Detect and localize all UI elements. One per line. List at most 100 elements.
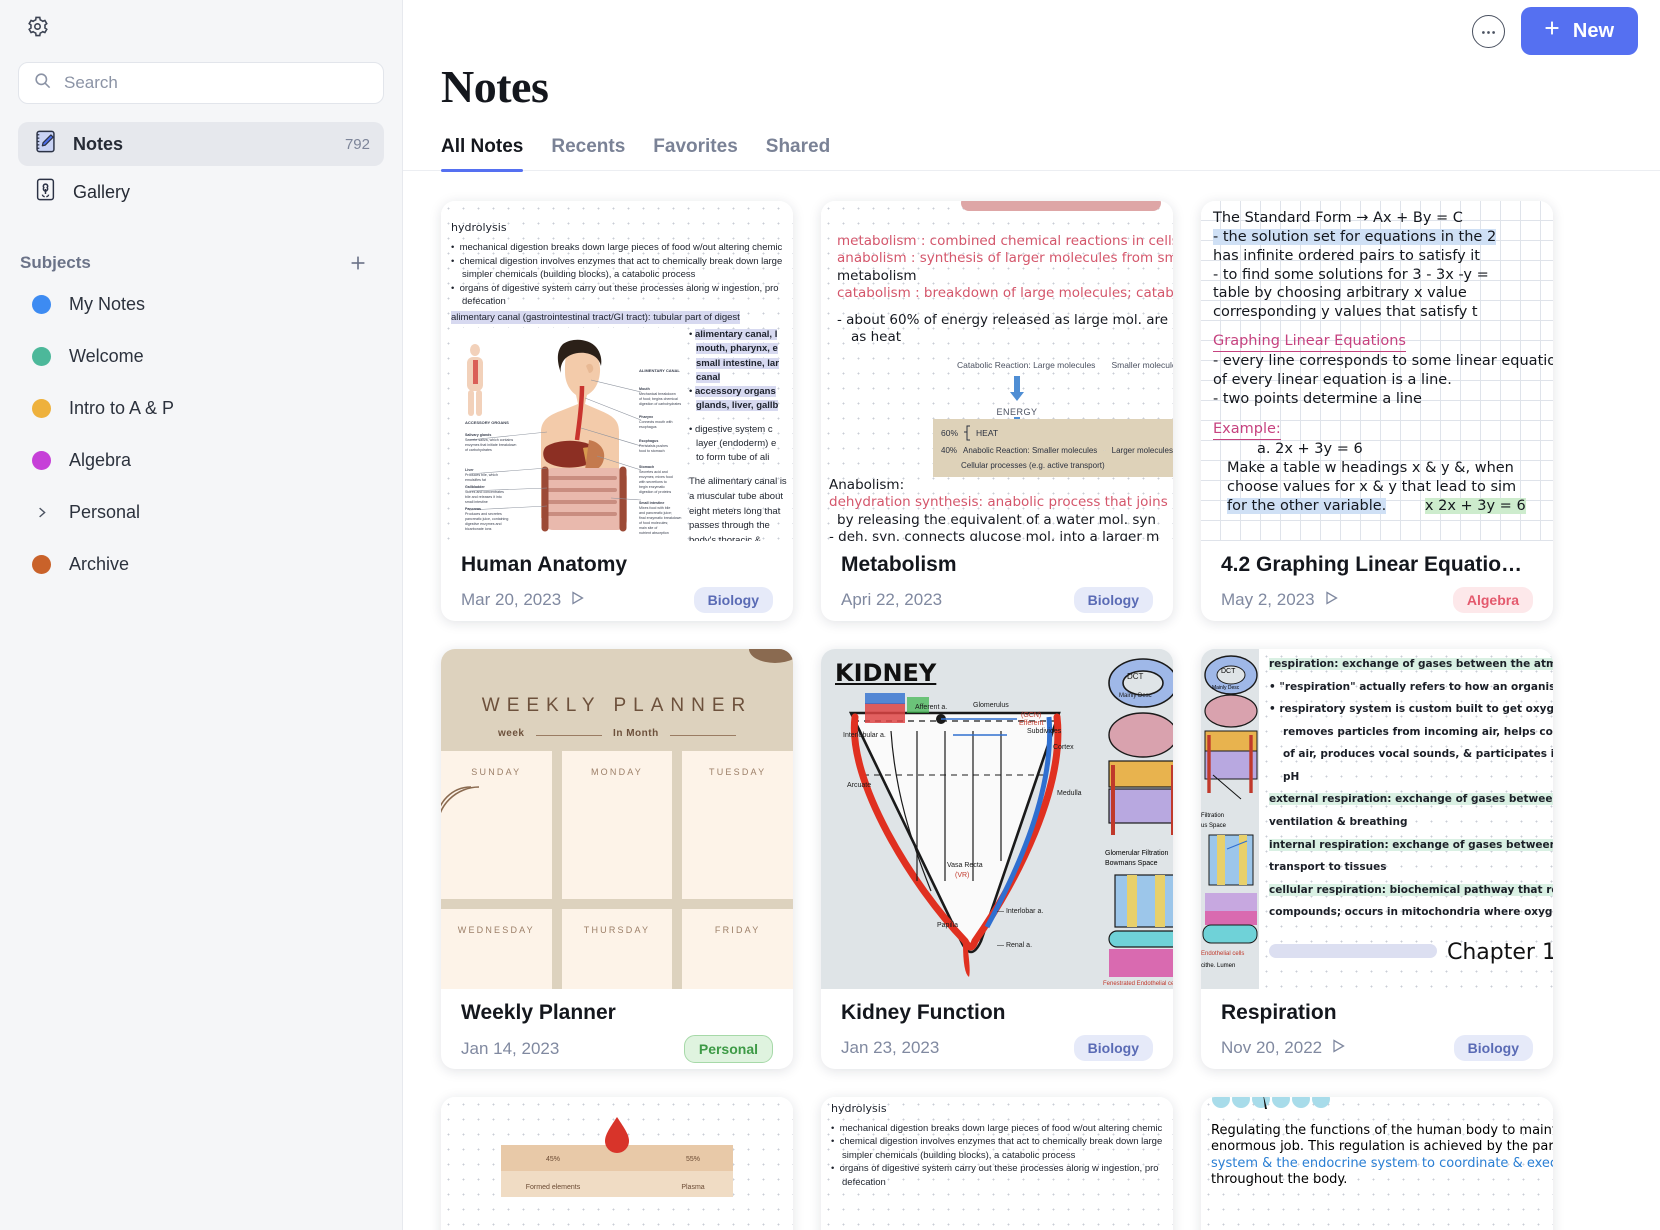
thumb-term: metabolism bbox=[837, 268, 917, 284]
note-card[interactable]: KIDNEY bbox=[821, 649, 1173, 1069]
thumb-bullet: organs of digestive system carry out the… bbox=[460, 283, 779, 294]
ellipsis-icon bbox=[1481, 22, 1496, 40]
note-card[interactable]: hydrolysis • mechanical digestion breaks… bbox=[441, 201, 793, 621]
note-card-footer: Weekly Planner Jan 14, 2023 Personal bbox=[441, 989, 793, 1063]
sidebar-subject-algebra[interactable]: Algebra bbox=[18, 434, 384, 486]
svg-text:digestion of carbohydrates: digestion of carbohydrates bbox=[639, 402, 681, 406]
thumb-term: Make a table w headings x & y &, when bbox=[1213, 459, 1553, 478]
thumb-bullet: mechanical digestion breaks down large p… bbox=[460, 242, 783, 253]
sidebar-item-gallery[interactable]: Gallery bbox=[18, 170, 384, 214]
thumb-term: internal respiration: exchange of gases … bbox=[1269, 839, 1553, 851]
subject-color-dot bbox=[32, 295, 51, 314]
note-card-footer: Metabolism Apri 22, 2023 Biology bbox=[821, 541, 1173, 613]
subject-label: Archive bbox=[69, 554, 129, 575]
subject-label: Algebra bbox=[69, 450, 131, 471]
svg-text:final enzymatic breakdown: final enzymatic breakdown bbox=[639, 516, 681, 520]
notes-grid: hydrolysis • mechanical digestion breaks… bbox=[403, 171, 1660, 1211]
search-input[interactable] bbox=[64, 73, 369, 93]
tab-shared[interactable]: Shared bbox=[766, 136, 830, 170]
note-thumbnail: KIDNEY bbox=[821, 649, 1173, 989]
thumb-note: small intestine, lar bbox=[696, 358, 779, 369]
subjects-title: Subjects bbox=[20, 253, 91, 273]
play-icon[interactable] bbox=[571, 591, 584, 610]
note-thumbnail: hydrolysis • mechanical digestion breaks… bbox=[441, 201, 793, 541]
sidebar-subject-personal[interactable]: Personal bbox=[18, 486, 384, 538]
note-date: Jan 14, 2023 bbox=[461, 1039, 559, 1059]
svg-text:DCT: DCT bbox=[1221, 668, 1236, 675]
thumb-heading: hydrolysis bbox=[451, 220, 793, 236]
flower-page-icon bbox=[32, 176, 59, 208]
svg-text:bile and releases it into: bile and releases it into bbox=[465, 495, 502, 499]
svg-text:Arcuate: Arcuate bbox=[847, 782, 871, 789]
tab-recents[interactable]: Recents bbox=[551, 136, 625, 170]
thumb-term: throughout the body. bbox=[1211, 1172, 1553, 1188]
thumb-term: of air, produces vocal sounds, & partici… bbox=[1269, 743, 1553, 766]
svg-text:Esophagus: Esophagus bbox=[639, 439, 658, 443]
thumb-term: system & the endocrine system to coordin… bbox=[1211, 1156, 1553, 1172]
note-card[interactable]: DCT Mainly Desc Filtration us Space bbox=[1201, 649, 1553, 1069]
sidebar-subject-archive[interactable]: Archive bbox=[18, 538, 384, 590]
thumb-term: - every line corresponds to some linear … bbox=[1213, 352, 1553, 371]
play-icon[interactable] bbox=[1332, 1039, 1345, 1058]
planner-day: WEDNESDAY bbox=[441, 925, 552, 935]
svg-text:Peristalsis pushes: Peristalsis pushes bbox=[639, 444, 668, 448]
svg-text:enzymes that initiate breakdow: enzymes that initiate breakdown bbox=[465, 443, 516, 447]
svg-text:Mixes food with bile: Mixes food with bile bbox=[639, 506, 670, 510]
svg-text:ACCESSORY ORGANS: ACCESSORY ORGANS bbox=[465, 420, 509, 425]
sidebar-item-notes[interactable]: Notes 792 bbox=[18, 122, 384, 166]
diagram-label: ENERGY bbox=[957, 407, 1077, 417]
sidebar-subject-welcome[interactable]: Welcome bbox=[18, 330, 384, 382]
svg-text:enzymes; mixes food: enzymes; mixes food bbox=[639, 475, 673, 479]
thumb-term: anabolism : synthesis of larger molecule… bbox=[837, 250, 1173, 266]
sidebar-nav: Notes 792 Gallery bbox=[18, 122, 384, 214]
thumb-term: Regulating the functions of the human bo… bbox=[1211, 1123, 1553, 1139]
note-title: Respiration bbox=[1221, 1001, 1533, 1025]
note-title: Metabolism bbox=[841, 553, 1153, 577]
note-card[interactable]: The Standard Form → Ax + By = C - the so… bbox=[1201, 201, 1553, 621]
svg-text:Glomerulus: Glomerulus bbox=[973, 702, 1009, 709]
svg-text:food to stomach: food to stomach bbox=[639, 449, 665, 453]
settings-button[interactable] bbox=[20, 12, 54, 46]
thumb-term: metabolism : combined chemical reactions… bbox=[837, 233, 1173, 249]
plus-icon bbox=[1541, 17, 1563, 45]
app-root: Notes 792 Gallery Subjects bbox=[0, 0, 1660, 1230]
thumb-term: compounds; occurs in mitochondria where … bbox=[1269, 901, 1553, 924]
add-subject-button[interactable] bbox=[346, 251, 370, 275]
svg-text:Small intestine: Small intestine bbox=[639, 501, 664, 505]
diagram-label: Catabolic Reaction: Large molecules bbox=[957, 360, 1095, 370]
more-options-button[interactable] bbox=[1472, 15, 1505, 48]
sidebar-subject-my-notes[interactable]: My Notes bbox=[18, 278, 384, 330]
note-card[interactable]: Regulating the functions of the human bo… bbox=[1201, 1097, 1553, 1230]
note-title: Human Anatomy bbox=[461, 553, 773, 577]
thumb-term: choose values for x & y that lead to sim bbox=[1213, 478, 1553, 497]
note-card[interactable]: hydrolysis • mechanical digestion breaks… bbox=[821, 1097, 1173, 1230]
note-card[interactable]: metabolism : combined chemical reactions… bbox=[821, 201, 1173, 621]
svg-text:Liver: Liver bbox=[465, 468, 474, 472]
sidebar-subject-intro-to-a-and-p[interactable]: Intro to A & P bbox=[18, 382, 384, 434]
subject-label: Intro to A & P bbox=[69, 398, 174, 419]
thumb-term: • "respiration" actually refers to how a… bbox=[1269, 681, 1553, 693]
svg-text:of food; begins chemical: of food; begins chemical bbox=[639, 397, 678, 401]
note-thumbnail: WEEKLY PLANNER week In Month SUNDAY MOND… bbox=[441, 649, 793, 989]
thumb-term: by releasing the equivalent of a water m… bbox=[829, 512, 1173, 529]
search-box[interactable] bbox=[18, 62, 384, 104]
tab-all-notes[interactable]: All Notes bbox=[441, 136, 523, 170]
thumb-term: dehydration synthesis: anabolic process … bbox=[829, 494, 1168, 510]
new-note-button[interactable]: New bbox=[1521, 7, 1638, 55]
note-title: Weekly Planner bbox=[461, 1001, 773, 1025]
svg-text:Secretes acid and: Secretes acid and bbox=[639, 470, 668, 474]
svg-text:digestion of proteins: digestion of proteins bbox=[639, 490, 671, 494]
svg-text:Efferent: Efferent bbox=[1019, 720, 1043, 727]
play-icon[interactable] bbox=[1325, 591, 1338, 610]
svg-text:Cortex: Cortex bbox=[1053, 744, 1074, 751]
thumb-term: table by choosing arbitrary x value bbox=[1213, 284, 1553, 303]
thumb-term: transport to tissues bbox=[1269, 856, 1553, 879]
note-badge: Personal bbox=[684, 1035, 773, 1063]
tab-favorites[interactable]: Favorites bbox=[653, 136, 737, 170]
svg-text:Produces and secretes: Produces and secretes bbox=[465, 512, 502, 516]
note-card[interactable]: 45%55% Blood Formed elementsPlasma bbox=[441, 1097, 793, 1230]
chevron-right-icon[interactable] bbox=[32, 505, 51, 520]
thumb-note: accessory organs bbox=[695, 386, 776, 397]
note-thumbnail: DCT Mainly Desc Filtration us Space bbox=[1201, 649, 1553, 989]
note-card[interactable]: WEEKLY PLANNER week In Month SUNDAY MOND… bbox=[441, 649, 793, 1069]
